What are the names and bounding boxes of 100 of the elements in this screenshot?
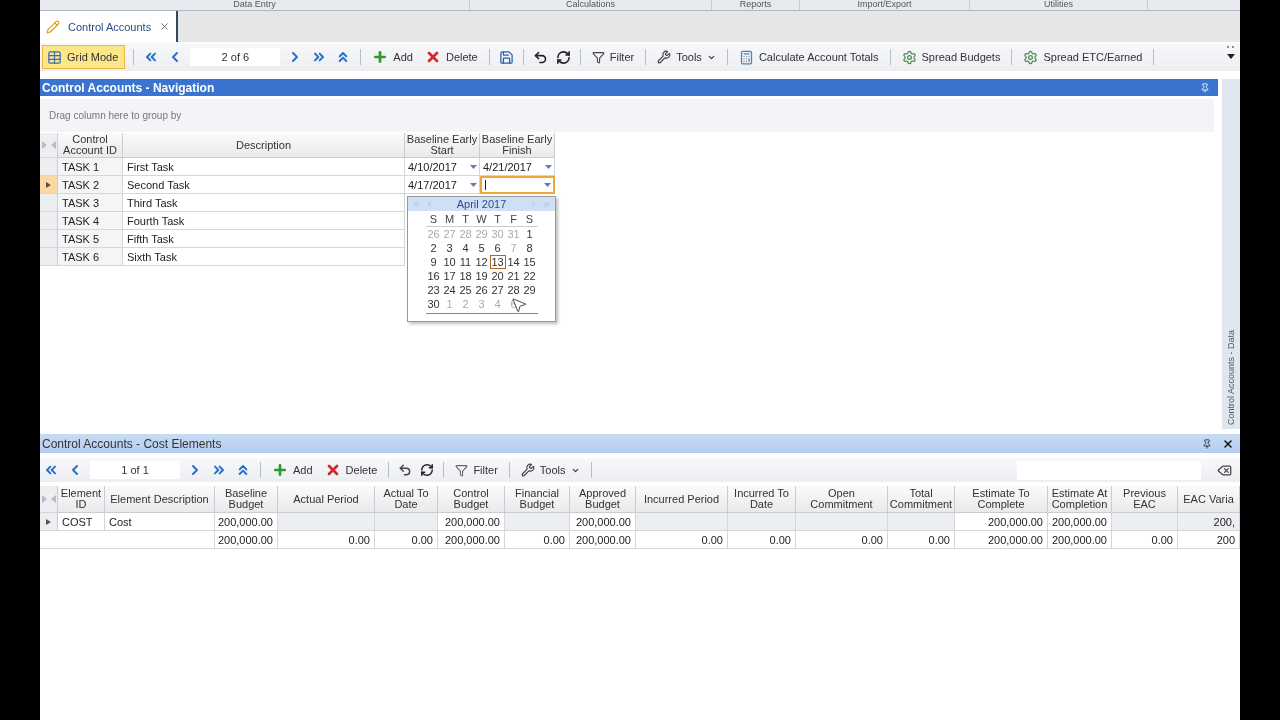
add-button[interactable]: Add (369, 47, 416, 67)
dropdown-icon[interactable] (544, 183, 551, 187)
column-header[interactable]: Actual To Date (375, 486, 438, 513)
column-header[interactable]: Element Description (105, 486, 215, 513)
column-header[interactable]: Description (123, 133, 405, 158)
save-icon[interactable] (497, 48, 515, 66)
date-cell[interactable] (480, 176, 555, 194)
table-cell: 200,000.00 (438, 513, 505, 531)
table-cell (728, 513, 796, 531)
refresh-icon[interactable] (554, 48, 572, 66)
calendar-day[interactable]: 5 (473, 241, 490, 255)
pin-icon[interactable] (1200, 82, 1210, 93)
date-cell[interactable]: 4/21/2017 (480, 158, 555, 176)
table-cell: Fourth Task (123, 212, 405, 230)
overflow-icon[interactable] (1226, 45, 1236, 61)
column-header[interactable]: Incurred Period (636, 486, 728, 513)
refresh-icon[interactable] (419, 462, 436, 478)
column-header[interactable]: Total Commitment (888, 486, 955, 513)
column-header[interactable]: Baseline Early Start (405, 133, 480, 158)
calendar-day[interactable]: 22 (521, 269, 538, 283)
calendar-day[interactable]: 25 (457, 283, 474, 297)
filter-button[interactable]: Filter (588, 48, 638, 66)
column-header[interactable]: Approved Budget (570, 486, 636, 513)
calendar-day[interactable]: 1 (521, 227, 538, 241)
weekday-label: S (425, 212, 442, 227)
calendar-day[interactable]: 29 (521, 283, 538, 297)
spread-etc-button[interactable]: Spread ETC/Earned (1020, 47, 1146, 67)
calendar-day[interactable]: 23 (425, 283, 442, 297)
total-cell: 0.00 (888, 531, 955, 549)
record-pager-field[interactable]: 1 of 1 (90, 461, 180, 479)
delete-button[interactable]: Delete (421, 47, 481, 67)
calculate-totals-button[interactable]: Calculate Account Totals (735, 47, 882, 67)
calendar-day[interactable]: 21 (505, 269, 522, 283)
filter-button[interactable]: Filter (452, 461, 501, 479)
pin-icon[interactable] (1202, 438, 1212, 449)
calendar-day[interactable]: 27 (489, 283, 506, 297)
calendar-day[interactable]: 15 (521, 255, 538, 269)
column-header[interactable]: Estimate To Complete (955, 486, 1048, 513)
record-pager-field[interactable]: 2 of 6 (190, 48, 281, 66)
calendar-day[interactable]: 19 (473, 269, 490, 283)
calendar-day[interactable]: 26 (473, 283, 490, 297)
column-header[interactable]: Estimate At Completion (1048, 486, 1112, 513)
document-tab[interactable]: Control Accounts (40, 11, 179, 42)
grid-mode-button[interactable]: Grid Mode (42, 45, 126, 69)
calendar-day[interactable]: 11 (457, 255, 474, 269)
calendar-day[interactable]: 10 (441, 255, 458, 269)
calendar-day[interactable]: 8 (521, 241, 538, 255)
table-cell: 200,000.00 (215, 513, 278, 531)
column-header[interactable]: Incurred To Date (728, 486, 796, 513)
dropdown-icon[interactable] (470, 164, 477, 169)
calendar-day[interactable]: 30 (425, 297, 442, 311)
panel-title: Control Accounts - Navigation (42, 80, 215, 95)
total-cell: 0.00 (728, 531, 796, 549)
column-header[interactable]: Open Commitment (796, 486, 888, 513)
calendar-day[interactable]: 20 (489, 269, 506, 283)
calendar-day[interactable]: 17 (441, 269, 458, 283)
total-cell: 200,000.00 (438, 531, 505, 549)
calendar-day[interactable]: 2 (425, 241, 442, 255)
date-value: 4/17/2017 (408, 178, 457, 191)
tools-button[interactable]: Tools (654, 48, 719, 66)
calendar-day[interactable]: 6 (489, 241, 506, 255)
table-cell: COST (58, 513, 105, 531)
calendar-day[interactable]: 13 (489, 255, 506, 269)
dropdown-icon[interactable] (545, 164, 552, 169)
close-icon[interactable] (1222, 437, 1234, 450)
column-header[interactable]: Financial Budget (505, 486, 570, 513)
side-tab[interactable]: Control Accounts - Data (1222, 79, 1240, 429)
delete-button[interactable]: Delete (321, 460, 381, 480)
spread-budgets-button[interactable]: Spread Budgets (898, 47, 1004, 67)
column-header[interactable]: Control Budget (438, 486, 505, 513)
calendar-day[interactable]: 4 (457, 241, 474, 255)
filter-icon (591, 50, 605, 64)
total-cell: 0.00 (278, 531, 375, 549)
table-cell: 200,000.00 (570, 513, 636, 531)
clear-search-icon[interactable] (1217, 462, 1232, 478)
column-header[interactable]: Element ID (58, 486, 105, 513)
wrench-icon (520, 463, 535, 477)
date-cell[interactable]: 4/10/2017 (405, 158, 480, 176)
tools-button[interactable]: Tools (517, 461, 583, 479)
calendar-day[interactable]: 28 (505, 283, 522, 297)
column-header[interactable]: Previous EAC (1112, 486, 1178, 513)
calendar-day[interactable]: 18 (457, 269, 474, 283)
dropdown-icon[interactable] (470, 182, 477, 187)
column-header[interactable]: Baseline Early Finish (480, 133, 555, 158)
calendar-day[interactable]: 3 (441, 241, 458, 255)
column-header[interactable]: Baseline Budget (215, 486, 278, 513)
row-selector[interactable] (40, 176, 58, 194)
calendar-day[interactable]: 24 (441, 283, 458, 297)
add-button[interactable]: Add (269, 460, 316, 480)
calendar-day[interactable]: 12 (473, 255, 490, 269)
calendar-day[interactable]: 16 (425, 269, 442, 283)
column-header[interactable]: EAC Varia (1178, 486, 1240, 513)
calendar-day[interactable]: 9 (425, 255, 442, 269)
total-cell: 200,000.00 (215, 531, 278, 549)
date-cell[interactable]: 4/17/2017 (405, 176, 480, 194)
row-selector[interactable] (40, 513, 58, 531)
column-header[interactable]: Control Account ID (58, 133, 123, 158)
gear-icon (901, 49, 917, 65)
calendar-day[interactable]: 14 (505, 255, 522, 269)
column-header[interactable]: Actual Period (278, 486, 375, 513)
